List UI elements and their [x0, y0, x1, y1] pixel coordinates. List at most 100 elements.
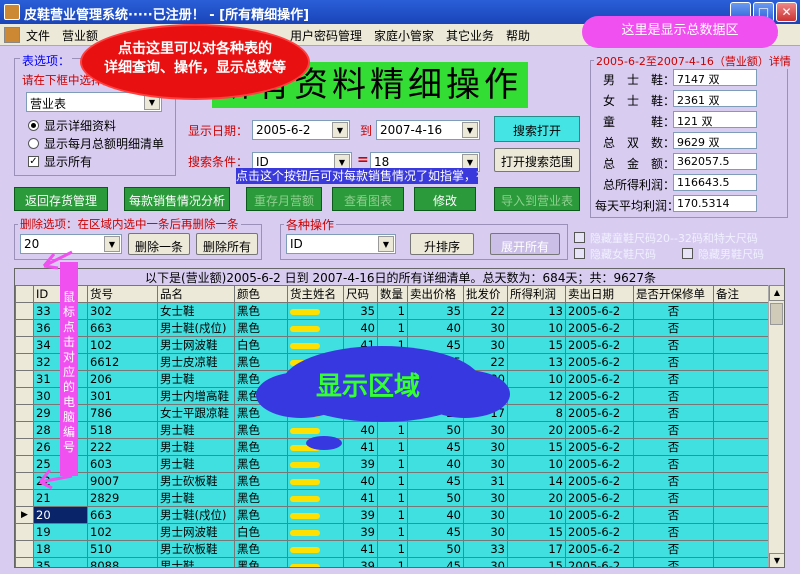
table-cell[interactable]: 40 — [343, 319, 378, 337]
table-cell[interactable]: 10 — [507, 370, 566, 388]
radio-monthly[interactable] — [28, 138, 39, 149]
hide-men-sizes-checkbox[interactable] — [682, 248, 693, 259]
table-cell[interactable]: 41 — [343, 540, 378, 558]
table-cell[interactable]: 2005-6-2 — [565, 421, 634, 439]
table-cell[interactable]: 1 — [377, 302, 408, 320]
table-cell[interactable]: 1 — [377, 455, 408, 473]
table-cell[interactable]: 2005-6-2 — [565, 353, 634, 371]
table-cell[interactable]: 663 — [87, 506, 158, 524]
table-cell[interactable] — [287, 472, 344, 490]
table-cell[interactable]: 10 — [507, 506, 566, 524]
cell-id[interactable]: 35 — [33, 557, 88, 567]
table-cell[interactable] — [287, 319, 344, 337]
column-header[interactable]: 是否开保修单 — [633, 285, 714, 303]
hide-kids-sizes-checkbox[interactable] — [574, 232, 585, 243]
table-cell[interactable]: 17 — [507, 540, 566, 558]
table-cell[interactable]: 白色 — [234, 336, 288, 354]
table-row[interactable]: 33 302 女士鞋 黑色 35 1 35 22 13 2005-6-2 否 — [15, 302, 771, 320]
table-cell[interactable]: 39 — [343, 455, 378, 473]
cell-id[interactable]: 21 — [33, 489, 88, 507]
column-header[interactable]: 货主姓名 — [287, 285, 344, 303]
table-cell[interactable]: 男士鞋 — [157, 455, 235, 473]
table-cell[interactable]: 45 — [407, 557, 464, 567]
column-header[interactable]: 所得利润 — [507, 285, 566, 303]
table-cell[interactable]: 8 — [507, 404, 566, 422]
table-cell[interactable] — [713, 421, 771, 439]
table-cell[interactable]: 30 — [463, 336, 508, 354]
table-cell[interactable]: 1 — [377, 472, 408, 490]
table-cell[interactable]: 否 — [633, 489, 714, 507]
sort-field-select[interactable]: ID ▼ — [286, 234, 396, 254]
table-cell[interactable]: 50 — [407, 421, 464, 439]
table-cell[interactable] — [713, 506, 771, 524]
table-cell[interactable]: 40 — [407, 506, 464, 524]
table-cell[interactable]: 2005-6-2 — [565, 319, 634, 337]
table-cell[interactable] — [287, 455, 344, 473]
table-cell[interactable]: 1 — [377, 421, 408, 439]
table-cell[interactable]: 男士鞋 — [157, 421, 235, 439]
table-cell[interactable]: 女士鞋 — [157, 302, 235, 320]
open-search-range-button[interactable]: 打开搜索范围 — [494, 148, 580, 172]
table-cell[interactable]: 6612 — [87, 353, 158, 371]
expand-all-button[interactable]: 展开所有 — [490, 233, 560, 255]
table-cell[interactable] — [287, 523, 344, 541]
table-cell[interactable]: 222 — [87, 438, 158, 456]
table-row[interactable]: 21 2829 男士鞋 黑色 41 1 50 30 20 2005-6-2 否 — [15, 489, 771, 507]
table-cell[interactable]: 39 — [343, 523, 378, 541]
table-cell[interactable]: 30 — [463, 421, 508, 439]
table-cell[interactable]: 8088 — [87, 557, 158, 567]
table-cell[interactable]: 30 — [463, 523, 508, 541]
table-cell[interactable]: 15 — [507, 438, 566, 456]
table-cell[interactable]: 20 — [507, 489, 566, 507]
table-cell[interactable]: 45 — [407, 523, 464, 541]
table-cell[interactable]: 30 — [463, 455, 508, 473]
view-chart-button[interactable]: 查看图表 — [332, 187, 404, 211]
table-cell[interactable]: 黑色 — [234, 472, 288, 490]
table-cell[interactable]: 35 — [407, 302, 464, 320]
table-cell[interactable]: 10 — [507, 455, 566, 473]
table-cell[interactable]: 1 — [377, 540, 408, 558]
table-cell[interactable]: 黑色 — [234, 506, 288, 524]
table-row[interactable]: 36 663 男士鞋(戍位) 黑色 40 1 40 30 10 2005-6-2 否 — [15, 319, 771, 337]
sales-analysis-button[interactable]: 每款销售情况分析 — [124, 187, 230, 211]
table-row[interactable]: 18 510 男士砍板鞋 黑色 41 1 50 33 17 2005-6-2 否 — [15, 540, 771, 558]
table-cell[interactable]: 白色 — [234, 523, 288, 541]
table-cell[interactable]: 30 — [463, 489, 508, 507]
table-cell[interactable]: 2829 — [87, 489, 158, 507]
table-row[interactable]: 19 102 男士网波鞋 白色 39 1 45 30 15 2005-6-2 否 — [15, 523, 771, 541]
table-cell[interactable]: 50 — [407, 489, 464, 507]
table-cell[interactable]: 黑色 — [234, 557, 288, 567]
table-row[interactable]: 25 603 男士鞋 黑色 39 1 40 30 10 2005-6-2 否 — [15, 455, 771, 473]
row-selector[interactable] — [15, 523, 34, 541]
search-operator[interactable]: = — [357, 152, 369, 168]
table-cell[interactable]: 2005-6-2 — [565, 523, 634, 541]
table-cell[interactable]: 33 — [463, 540, 508, 558]
table-cell[interactable]: 女士平跟凉鞋 — [157, 404, 235, 422]
table-cell[interactable]: 2005-6-2 — [565, 302, 634, 320]
table-cell[interactable]: 男士鞋 — [157, 557, 235, 567]
table-cell[interactable]: 黑色 — [234, 353, 288, 371]
table-cell[interactable] — [713, 438, 771, 456]
table-cell[interactable]: 663 — [87, 319, 158, 337]
row-selector[interactable] — [15, 489, 34, 507]
table-row[interactable]: 35 8088 男士鞋 黑色 39 1 45 30 15 2005-6-2 否 — [15, 557, 771, 567]
hide-women-sizes-checkbox[interactable] — [574, 248, 585, 259]
table-cell[interactable]: 301 — [87, 387, 158, 405]
table-cell[interactable]: 2005-6-2 — [565, 455, 634, 473]
table-cell[interactable] — [713, 455, 771, 473]
column-header[interactable]: 批发价 — [463, 285, 508, 303]
table-cell[interactable]: 男士鞋 — [157, 438, 235, 456]
table-cell[interactable]: 男士砍板鞋 — [157, 472, 235, 490]
table-cell[interactable] — [287, 540, 344, 558]
table-cell[interactable]: 男士皮凉鞋 — [157, 353, 235, 371]
table-cell[interactable]: 40 — [407, 319, 464, 337]
table-cell[interactable]: 302 — [87, 302, 158, 320]
table-cell[interactable]: 2005-6-2 — [565, 489, 634, 507]
grid-vertical-scrollbar[interactable]: ▲ ▼ — [768, 285, 784, 567]
cell-id[interactable]: 20 — [33, 506, 88, 524]
menu-home-manager[interactable]: 家庭小管家 — [374, 27, 434, 44]
table-cell[interactable]: 50 — [407, 540, 464, 558]
table-cell[interactable]: 2005-6-2 — [565, 387, 634, 405]
table-cell[interactable]: 男士鞋(戍位) — [157, 319, 235, 337]
table-cell[interactable]: 1 — [377, 557, 408, 567]
